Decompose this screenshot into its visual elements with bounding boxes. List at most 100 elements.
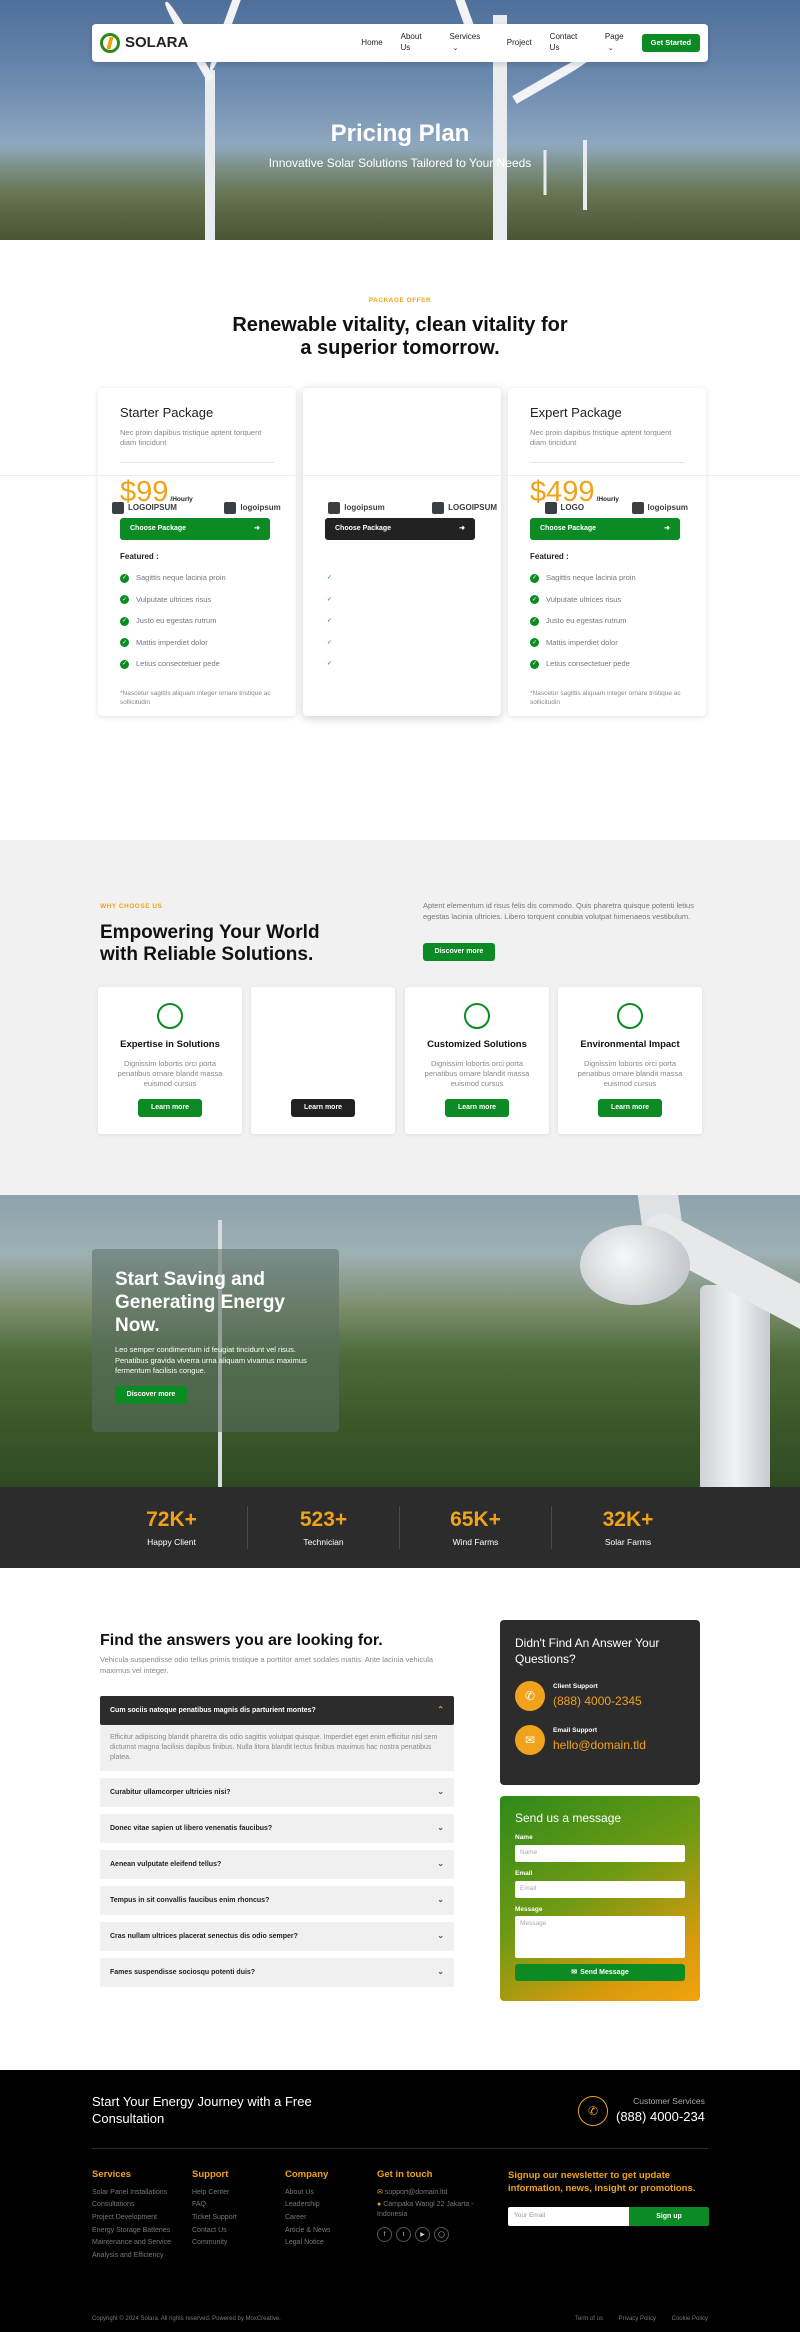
footer-cta-title: Start Your Energy Journey with a Free Co… bbox=[92, 2094, 312, 2126]
nav-about[interactable]: About Us bbox=[392, 32, 441, 54]
help-box: Didn't Find An Answer Your Questions? ✆ … bbox=[500, 1620, 700, 1785]
why-intro: Aptent elementum id risus felis dis comm… bbox=[423, 901, 694, 921]
partner-logo: logoipsum bbox=[224, 502, 281, 514]
footer-link[interactable]: Career bbox=[285, 2213, 331, 2226]
check-icon: ✓ bbox=[530, 595, 539, 605]
hero-subtitle: Innovative Solar Solutions Tailored to Y… bbox=[268, 156, 532, 170]
send-message-button[interactable]: ✉ Send Message bbox=[515, 1964, 685, 1982]
support-phone[interactable]: (888) 4000-2345 bbox=[553, 1693, 642, 1709]
logo-icon bbox=[100, 33, 120, 53]
check-icon: ✓ bbox=[120, 573, 129, 583]
service-card: Expertise in Solutions Dignissim loborti… bbox=[98, 987, 242, 1134]
why-section: WHY CHOOSE US Empowering Your World with… bbox=[0, 840, 800, 1195]
featured-label: Featured : bbox=[325, 551, 364, 561]
faq-question[interactable]: Curabitur ullamcorper ultricies nisi? ⌄ bbox=[100, 1778, 454, 1807]
stat-item: 65K+ Wind Farms bbox=[400, 1506, 552, 1549]
brand-logo[interactable]: SOLARA bbox=[100, 33, 352, 53]
eco-building-icon bbox=[617, 1003, 643, 1029]
privacy-link[interactable]: Privacy Policy bbox=[619, 2316, 656, 2322]
footer-link[interactable]: Help Center bbox=[192, 2188, 237, 2201]
chevron-down-icon: ⌄ bbox=[437, 1895, 444, 1905]
footer-address: Campaka Wangi 22 Jakarta - Indonesia bbox=[377, 2201, 474, 2218]
location-icon: ● bbox=[377, 2201, 382, 2209]
pricing-eyebrow: PACKAGE OFFER bbox=[368, 297, 432, 304]
pricing-section: PACKAGE OFFER Renewable vitality, clean … bbox=[0, 240, 800, 775]
footer-link[interactable]: Legal Notice bbox=[285, 2238, 331, 2251]
faq-question[interactable]: Fames suspendisse sociosqu potenti duis?… bbox=[100, 1958, 454, 1987]
faq-question[interactable]: Cum sociis natoque penatibus magnis dis … bbox=[100, 1696, 454, 1725]
newsletter-email-input[interactable]: Your Email bbox=[508, 2207, 629, 2226]
footer: Start Your Energy Journey with a Free Co… bbox=[0, 2070, 800, 2332]
feature-item: ✓ Letius consectetuer pede bbox=[120, 659, 220, 669]
logo-mark-icon bbox=[432, 502, 445, 514]
instagram-icon[interactable]: ◯ bbox=[434, 2227, 449, 2243]
phone-icon: ✆ bbox=[515, 1681, 545, 1712]
youtube-icon[interactable]: ▶ bbox=[415, 2227, 430, 2243]
footer-link[interactable]: Energy Storage Batteries bbox=[92, 2226, 171, 2239]
discover-more-button[interactable]: Discover more bbox=[115, 1385, 187, 1404]
package-description: Nec proin dapibus tristique aptent torqu… bbox=[530, 427, 672, 448]
twitter-icon[interactable]: t bbox=[396, 2227, 411, 2243]
footer-support: Support Help Center FAQ Ticket Support Cont… bbox=[192, 2169, 237, 2251]
customer-services-phone[interactable]: (888) 4000-234 bbox=[616, 2108, 705, 2126]
client-support: ✆ Client Support (888) 4000-2345 bbox=[515, 1681, 685, 1712]
footer-link[interactable]: Ticket Support bbox=[192, 2213, 237, 2226]
footer-link[interactable]: FAQ bbox=[192, 2200, 237, 2213]
partner-logo: LOGOIPSUM bbox=[112, 502, 177, 514]
learn-more-button[interactable]: Learn more bbox=[291, 1099, 355, 1118]
nav-page[interactable]: Page ⌄ bbox=[596, 32, 642, 54]
learn-more-button[interactable]: Learn more bbox=[138, 1099, 202, 1118]
get-started-button[interactable]: Get Started bbox=[641, 34, 700, 52]
footer-link[interactable]: Community bbox=[192, 2238, 237, 2251]
service-card: Environmental Impact Dignissim lobortis … bbox=[558, 987, 702, 1134]
faq-question[interactable]: Cras nullam ultrices placerat senectus d… bbox=[100, 1922, 454, 1951]
chevron-down-icon: ⌄ bbox=[437, 1859, 444, 1869]
footer-link[interactable]: Maintenance and Service bbox=[92, 2238, 171, 2251]
cookie-link[interactable]: Cookie Policy bbox=[672, 2316, 708, 2322]
feature-list: ✓ Sagittis neque lacinia proin ✓ Vulputate … bbox=[325, 567, 479, 675]
package-name: Premium Package bbox=[325, 405, 432, 420]
support-email[interactable]: hello@domain.tld bbox=[553, 1737, 646, 1753]
footer-link[interactable]: Article & News bbox=[285, 2226, 331, 2239]
nav-services[interactable]: Services ⌄ bbox=[441, 32, 498, 54]
footer-link[interactable]: Leadership bbox=[285, 2200, 331, 2213]
footer-link[interactable]: Consultations bbox=[92, 2200, 171, 2213]
footer-email[interactable]: support@domain.ltd bbox=[385, 2189, 448, 2196]
signup-button[interactable]: Sign up bbox=[629, 2207, 709, 2226]
why-eyebrow: WHY CHOOSE US bbox=[100, 903, 163, 910]
form-heading: Send us a message bbox=[515, 1811, 622, 1825]
service-description: Dignissim lobortis orci porta penatibus … bbox=[577, 1058, 683, 1089]
check-icon: ✓ bbox=[120, 595, 129, 605]
nav-home[interactable]: Home bbox=[352, 38, 391, 49]
faq-question[interactable]: Donec vitae sapien ut libero venenatis f… bbox=[100, 1814, 454, 1843]
terms-link[interactable]: Term of us bbox=[575, 2316, 603, 2322]
email-field[interactable]: Email bbox=[515, 1880, 685, 1898]
footer-link[interactable]: Contact Us bbox=[192, 2226, 237, 2239]
footer-link[interactable]: Solar Panel Installations bbox=[92, 2188, 171, 2201]
faq-question[interactable]: Tempus in sit convallis faucibus enim rh… bbox=[100, 1886, 454, 1915]
stat-item: 72K+ Happy Client bbox=[96, 1506, 248, 1549]
learn-more-button[interactable]: Learn more bbox=[445, 1099, 509, 1118]
package-note: *Nascetur sagittis aliquam integer ornar… bbox=[530, 689, 681, 707]
footer-link[interactable]: About Us bbox=[285, 2188, 331, 2201]
footer-link[interactable]: Project Development bbox=[92, 2213, 171, 2226]
message-field[interactable]: Message bbox=[515, 1916, 685, 1959]
faq-question[interactable]: Aenean vulputate eleifend tellus? ⌄ bbox=[100, 1850, 454, 1879]
pricing-card: Starter Package Nec proin dapibus tristi… bbox=[98, 388, 296, 716]
learn-more-button[interactable]: Learn more bbox=[598, 1099, 662, 1118]
logo-mark-icon bbox=[224, 502, 237, 514]
check-icon: ✓ bbox=[530, 616, 539, 626]
check-icon: ✓ bbox=[530, 638, 539, 648]
package-name: Starter Package bbox=[120, 405, 214, 420]
chevron-down-icon: ⌄ bbox=[607, 45, 614, 52]
chevron-down-icon: ⌄ bbox=[437, 1967, 444, 1977]
featured-label: Featured : bbox=[530, 551, 569, 561]
nav-project[interactable]: Project bbox=[498, 38, 541, 49]
footer-link[interactable]: Analysis and Efficiency bbox=[92, 2251, 171, 2264]
check-icon: ✓ bbox=[325, 573, 334, 583]
facebook-icon[interactable]: f bbox=[377, 2227, 392, 2243]
newsletter-form: Your Email Sign up bbox=[508, 2207, 709, 2226]
discover-more-button[interactable]: Discover more bbox=[423, 943, 495, 961]
nav-contact[interactable]: Contact Us bbox=[541, 32, 596, 54]
name-field[interactable]: Name bbox=[515, 1844, 685, 1862]
